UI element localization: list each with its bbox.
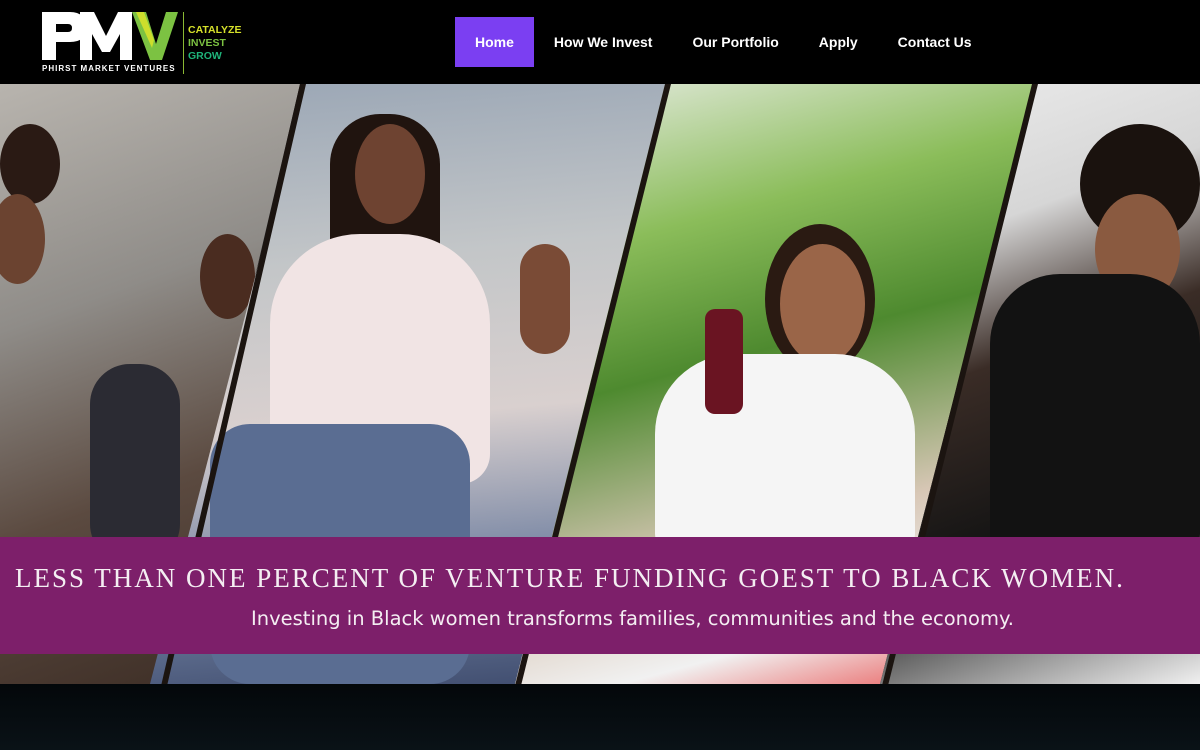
section-below-hero	[0, 684, 1200, 750]
juice-bottle-shape	[705, 309, 743, 414]
tagline-grow: GROW	[188, 50, 222, 62]
brand-logo[interactable]: PHIRST MARKET VENTURES CATALYZE INVEST G…	[40, 10, 255, 76]
face-shape	[0, 194, 45, 284]
tagline-invest: INVEST	[188, 37, 226, 49]
tagline-catalyze: CATALYZE	[188, 24, 242, 36]
hero-banner: LESS THAN ONE PERCENT OF VENTURE FUNDING…	[0, 537, 1200, 654]
logo-divider	[183, 12, 184, 74]
tshirt-shape	[655, 354, 915, 554]
face-shape	[780, 244, 865, 364]
face-shape-2	[200, 234, 255, 319]
brand-tagline: CATALYZE INVEST GROW	[188, 24, 241, 63]
nav-contact-us[interactable]: Contact Us	[878, 17, 992, 67]
nav-how-we-invest[interactable]: How We Invest	[534, 17, 673, 67]
hero-subheadline: Investing in Black women transforms fami…	[251, 607, 1014, 630]
nav-apply[interactable]: Apply	[799, 17, 878, 67]
hero-section: LESS THAN ONE PERCENT OF VENTURE FUNDING…	[0, 84, 1200, 684]
site-header: PHIRST MARKET VENTURES CATALYZE INVEST G…	[0, 0, 1200, 84]
hair-shape	[0, 124, 60, 204]
brand-name: PHIRST MARKET VENTURES	[42, 64, 176, 73]
hero-headline: LESS THAN ONE PERCENT OF VENTURE FUNDING…	[15, 563, 1125, 593]
raised-hand-shape	[520, 244, 570, 354]
pmv-logo-mark: PHIRST MARKET VENTURES	[40, 10, 180, 74]
black-top-shape	[990, 274, 1200, 554]
main-nav: Home How We Invest Our Portfolio Apply C…	[455, 17, 992, 67]
nav-home[interactable]: Home	[455, 17, 534, 67]
striped-shirt-shape	[90, 364, 180, 564]
face-shape	[355, 124, 425, 224]
nav-our-portfolio[interactable]: Our Portfolio	[672, 17, 798, 67]
